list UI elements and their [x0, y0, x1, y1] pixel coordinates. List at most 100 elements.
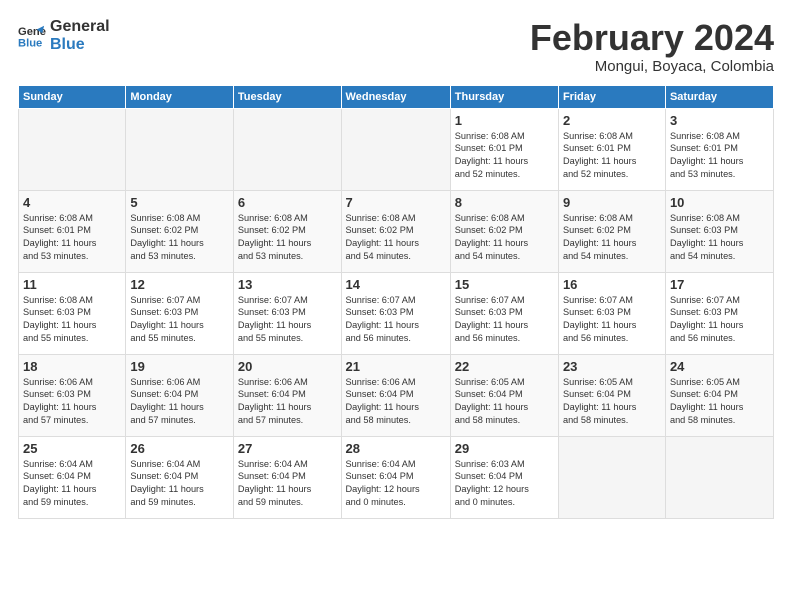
day-info: Sunrise: 6:04 AM Sunset: 6:04 PM Dayligh…	[238, 458, 337, 510]
day-number: 26	[130, 441, 229, 456]
day-info: Sunrise: 6:08 AM Sunset: 6:01 PM Dayligh…	[563, 130, 661, 182]
calendar-cell: 27 Sunrise: 6:04 AM Sunset: 6:04 PM Dayli…	[233, 436, 341, 518]
calendar-cell	[665, 436, 773, 518]
calendar-cell: 12 Sunrise: 6:07 AM Sunset: 6:03 PM Dayli…	[126, 272, 234, 354]
day-info: Sunrise: 6:08 AM Sunset: 6:02 PM Dayligh…	[238, 212, 337, 264]
calendar-cell: 16 Sunrise: 6:07 AM Sunset: 6:03 PM Dayli…	[558, 272, 665, 354]
day-number: 9	[563, 195, 661, 210]
day-info: Sunrise: 6:06 AM Sunset: 6:04 PM Dayligh…	[346, 376, 446, 428]
calendar-cell	[558, 436, 665, 518]
calendar-cell: 25 Sunrise: 6:04 AM Sunset: 6:04 PM Dayli…	[19, 436, 126, 518]
calendar-cell: 23 Sunrise: 6:05 AM Sunset: 6:04 PM Dayli…	[558, 354, 665, 436]
day-info: Sunrise: 6:08 AM Sunset: 6:03 PM Dayligh…	[670, 212, 769, 264]
calendar-cell: 19 Sunrise: 6:06 AM Sunset: 6:04 PM Dayli…	[126, 354, 234, 436]
month-title: February 2024	[530, 18, 774, 58]
col-header-thursday: Thursday	[450, 85, 558, 108]
week-row-3: 18 Sunrise: 6:06 AM Sunset: 6:03 PM Dayli…	[19, 354, 774, 436]
day-number: 2	[563, 113, 661, 128]
day-number: 10	[670, 195, 769, 210]
calendar-cell: 29 Sunrise: 6:03 AM Sunset: 6:04 PM Dayli…	[450, 436, 558, 518]
day-info: Sunrise: 6:07 AM Sunset: 6:03 PM Dayligh…	[130, 294, 229, 346]
day-info: Sunrise: 6:08 AM Sunset: 6:02 PM Dayligh…	[130, 212, 229, 264]
col-header-monday: Monday	[126, 85, 234, 108]
week-row-1: 4Sunrise: 6:08 AM Sunset: 6:01 PM Daylig…	[19, 190, 774, 272]
day-info: Sunrise: 6:06 AM Sunset: 6:03 PM Dayligh…	[23, 376, 121, 428]
day-info: Sunrise: 6:08 AM Sunset: 6:01 PM Dayligh…	[23, 212, 121, 264]
day-info: Sunrise: 6:03 AM Sunset: 6:04 PM Dayligh…	[455, 458, 554, 510]
day-info: Sunrise: 6:04 AM Sunset: 6:04 PM Dayligh…	[23, 458, 121, 510]
day-info: Sunrise: 6:07 AM Sunset: 6:03 PM Dayligh…	[455, 294, 554, 346]
calendar-cell: 8 Sunrise: 6:08 AM Sunset: 6:02 PM Daylig…	[450, 190, 558, 272]
calendar-cell: 11Sunrise: 6:08 AM Sunset: 6:03 PM Dayli…	[19, 272, 126, 354]
day-number: 28	[346, 441, 446, 456]
day-number: 3	[670, 113, 769, 128]
day-number: 21	[346, 359, 446, 374]
day-info: Sunrise: 6:04 AM Sunset: 6:04 PM Dayligh…	[346, 458, 446, 510]
week-row-4: 25 Sunrise: 6:04 AM Sunset: 6:04 PM Dayli…	[19, 436, 774, 518]
day-info: Sunrise: 6:06 AM Sunset: 6:04 PM Dayligh…	[130, 376, 229, 428]
calendar-cell: 15 Sunrise: 6:07 AM Sunset: 6:03 PM Dayli…	[450, 272, 558, 354]
day-info: Sunrise: 6:06 AM Sunset: 6:04 PM Dayligh…	[238, 376, 337, 428]
logo: General Blue General Blue	[18, 18, 110, 53]
day-number: 13	[238, 277, 337, 292]
header: General Blue General Blue February 2024 …	[18, 18, 774, 75]
calendar-cell: 24 Sunrise: 6:05 AM Sunset: 6:04 PM Dayli…	[665, 354, 773, 436]
calendar-cell: 28 Sunrise: 6:04 AM Sunset: 6:04 PM Dayli…	[341, 436, 450, 518]
day-info: Sunrise: 6:08 AM Sunset: 6:02 PM Dayligh…	[346, 212, 446, 264]
day-number: 22	[455, 359, 554, 374]
day-number: 18	[23, 359, 121, 374]
calendar-cell: 20 Sunrise: 6:06 AM Sunset: 6:04 PM Dayli…	[233, 354, 341, 436]
day-info: Sunrise: 6:07 AM Sunset: 6:03 PM Dayligh…	[670, 294, 769, 346]
col-header-friday: Friday	[558, 85, 665, 108]
calendar-cell: 4Sunrise: 6:08 AM Sunset: 6:01 PM Daylig…	[19, 190, 126, 272]
calendar-cell: 13 Sunrise: 6:07 AM Sunset: 6:03 PM Dayli…	[233, 272, 341, 354]
calendar-cell: 1 Sunrise: 6:08 AM Sunset: 6:01 PM Daylig…	[450, 108, 558, 190]
day-number: 6	[238, 195, 337, 210]
day-info: Sunrise: 6:07 AM Sunset: 6:03 PM Dayligh…	[563, 294, 661, 346]
calendar-cell: 26 Sunrise: 6:04 AM Sunset: 6:04 PM Dayli…	[126, 436, 234, 518]
day-number: 23	[563, 359, 661, 374]
page-container: General Blue General Blue February 2024 …	[0, 0, 792, 529]
calendar-cell: 9 Sunrise: 6:08 AM Sunset: 6:02 PM Daylig…	[558, 190, 665, 272]
calendar-cell: 17 Sunrise: 6:07 AM Sunset: 6:03 PM Dayli…	[665, 272, 773, 354]
day-number: 1	[455, 113, 554, 128]
day-number: 27	[238, 441, 337, 456]
calendar-cell	[19, 108, 126, 190]
calendar-cell	[341, 108, 450, 190]
day-info: Sunrise: 6:07 AM Sunset: 6:03 PM Dayligh…	[238, 294, 337, 346]
calendar-cell: 10 Sunrise: 6:08 AM Sunset: 6:03 PM Dayli…	[665, 190, 773, 272]
day-number: 29	[455, 441, 554, 456]
day-number: 12	[130, 277, 229, 292]
calendar-cell: 5 Sunrise: 6:08 AM Sunset: 6:02 PM Daylig…	[126, 190, 234, 272]
day-info: Sunrise: 6:08 AM Sunset: 6:02 PM Dayligh…	[455, 212, 554, 264]
day-number: 5	[130, 195, 229, 210]
col-header-wednesday: Wednesday	[341, 85, 450, 108]
calendar-cell: 14Sunrise: 6:07 AM Sunset: 6:03 PM Dayli…	[341, 272, 450, 354]
day-number: 20	[238, 359, 337, 374]
day-info: Sunrise: 6:05 AM Sunset: 6:04 PM Dayligh…	[563, 376, 661, 428]
day-number: 7	[346, 195, 446, 210]
header-row: SundayMondayTuesdayWednesdayThursdayFrid…	[19, 85, 774, 108]
day-number: 15	[455, 277, 554, 292]
day-number: 25	[23, 441, 121, 456]
day-info: Sunrise: 6:04 AM Sunset: 6:04 PM Dayligh…	[130, 458, 229, 510]
day-number: 8	[455, 195, 554, 210]
day-info: Sunrise: 6:08 AM Sunset: 6:01 PM Dayligh…	[455, 130, 554, 182]
logo-icon: General Blue	[18, 22, 46, 50]
calendar-cell: 6 Sunrise: 6:08 AM Sunset: 6:02 PM Daylig…	[233, 190, 341, 272]
day-number: 17	[670, 277, 769, 292]
calendar-cell: 2 Sunrise: 6:08 AM Sunset: 6:01 PM Daylig…	[558, 108, 665, 190]
day-number: 24	[670, 359, 769, 374]
calendar-cell: 18 Sunrise: 6:06 AM Sunset: 6:03 PM Dayli…	[19, 354, 126, 436]
svg-text:Blue: Blue	[18, 37, 42, 49]
calendar-table: SundayMondayTuesdayWednesdayThursdayFrid…	[18, 85, 774, 519]
calendar-cell: 3 Sunrise: 6:08 AM Sunset: 6:01 PM Daylig…	[665, 108, 773, 190]
title-block: February 2024 Mongui, Boyaca, Colombia	[530, 18, 774, 75]
day-info: Sunrise: 6:05 AM Sunset: 6:04 PM Dayligh…	[670, 376, 769, 428]
day-number: 16	[563, 277, 661, 292]
col-header-tuesday: Tuesday	[233, 85, 341, 108]
day-info: Sunrise: 6:08 AM Sunset: 6:01 PM Dayligh…	[670, 130, 769, 182]
day-number: 14	[346, 277, 446, 292]
day-number: 19	[130, 359, 229, 374]
day-info: Sunrise: 6:08 AM Sunset: 6:02 PM Dayligh…	[563, 212, 661, 264]
